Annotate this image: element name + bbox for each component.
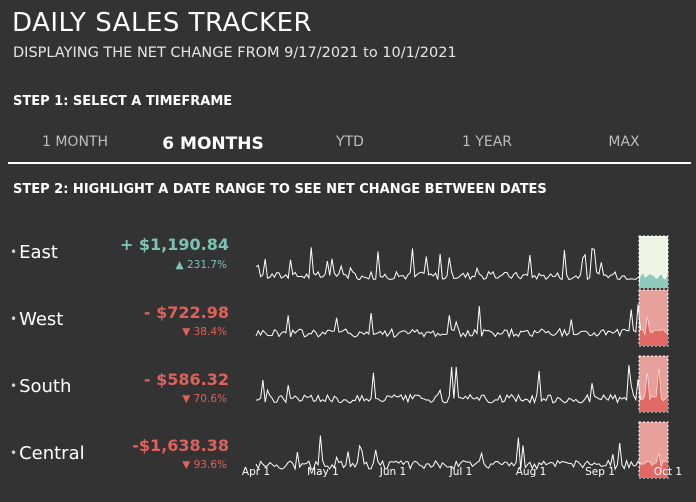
x-tick-label: Apr 1 <box>242 466 270 478</box>
x-tick-label: May 1 <box>307 466 339 478</box>
sparkline-west <box>255 304 669 339</box>
x-tick-label: Jul 1 <box>449 466 473 478</box>
x-tick-label: Jun 1 <box>379 466 406 478</box>
sparkline-east <box>255 247 669 281</box>
x-tick-label: Aug 1 <box>516 466 547 478</box>
sparkline-south <box>255 365 669 405</box>
x-tick-label: Sep 1 <box>585 466 615 478</box>
sparkline-central <box>255 435 669 471</box>
sparkline-chart[interactable]: Apr 1 May 1 Jun 1 Jul 1 Aug 1 Sep 1 Oct 1 <box>0 0 696 502</box>
x-tick-label: Oct 1 <box>654 466 682 478</box>
